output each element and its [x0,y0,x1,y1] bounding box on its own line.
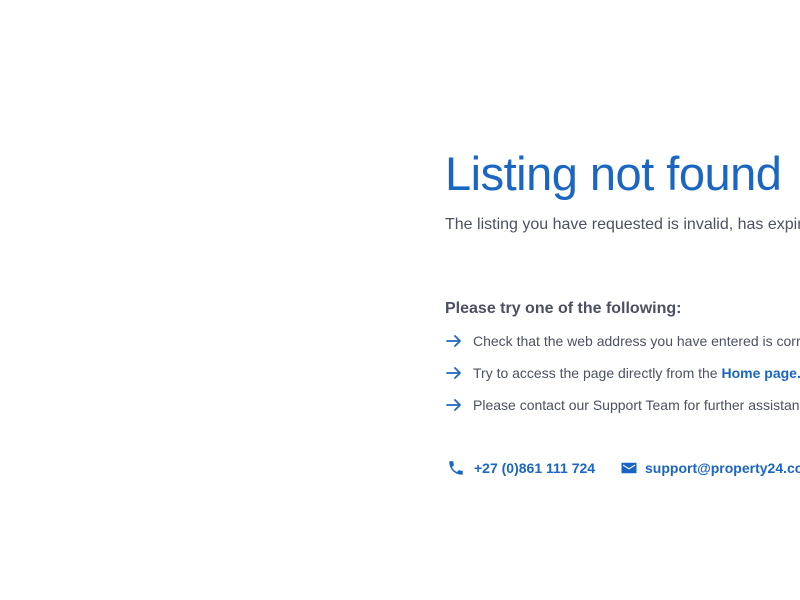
suggestion-text: Please contact our Support Team for furt… [473,397,800,413]
page-title: Listing not found [445,147,782,200]
arrow-right-icon [446,335,461,347]
phone-number: +27 (0)861 111 724 [474,460,596,476]
contact-row: +27 (0)861 111 724 support@property24.co… [445,457,800,479]
suggestions-heading: Please try one of the following: [445,300,682,317]
not-found-panel: Listing not found The listing you have r… [445,0,800,600]
suggestion-text: Check that the web address you have ente… [473,333,800,349]
email-address: support@property24.com [645,460,800,476]
phone-icon [449,461,463,475]
mail-icon [621,462,637,474]
arrow-right-icon [446,367,461,379]
suggestion-text-prefix: Try to access the page directly from the [473,365,722,381]
suggestion-text: Try to access the page directly from the… [473,363,800,383]
error-description: The listing you have requested is invali… [445,216,800,233]
home-page-link[interactable]: Home page. [721,365,800,381]
arrow-right-icon [446,399,461,411]
